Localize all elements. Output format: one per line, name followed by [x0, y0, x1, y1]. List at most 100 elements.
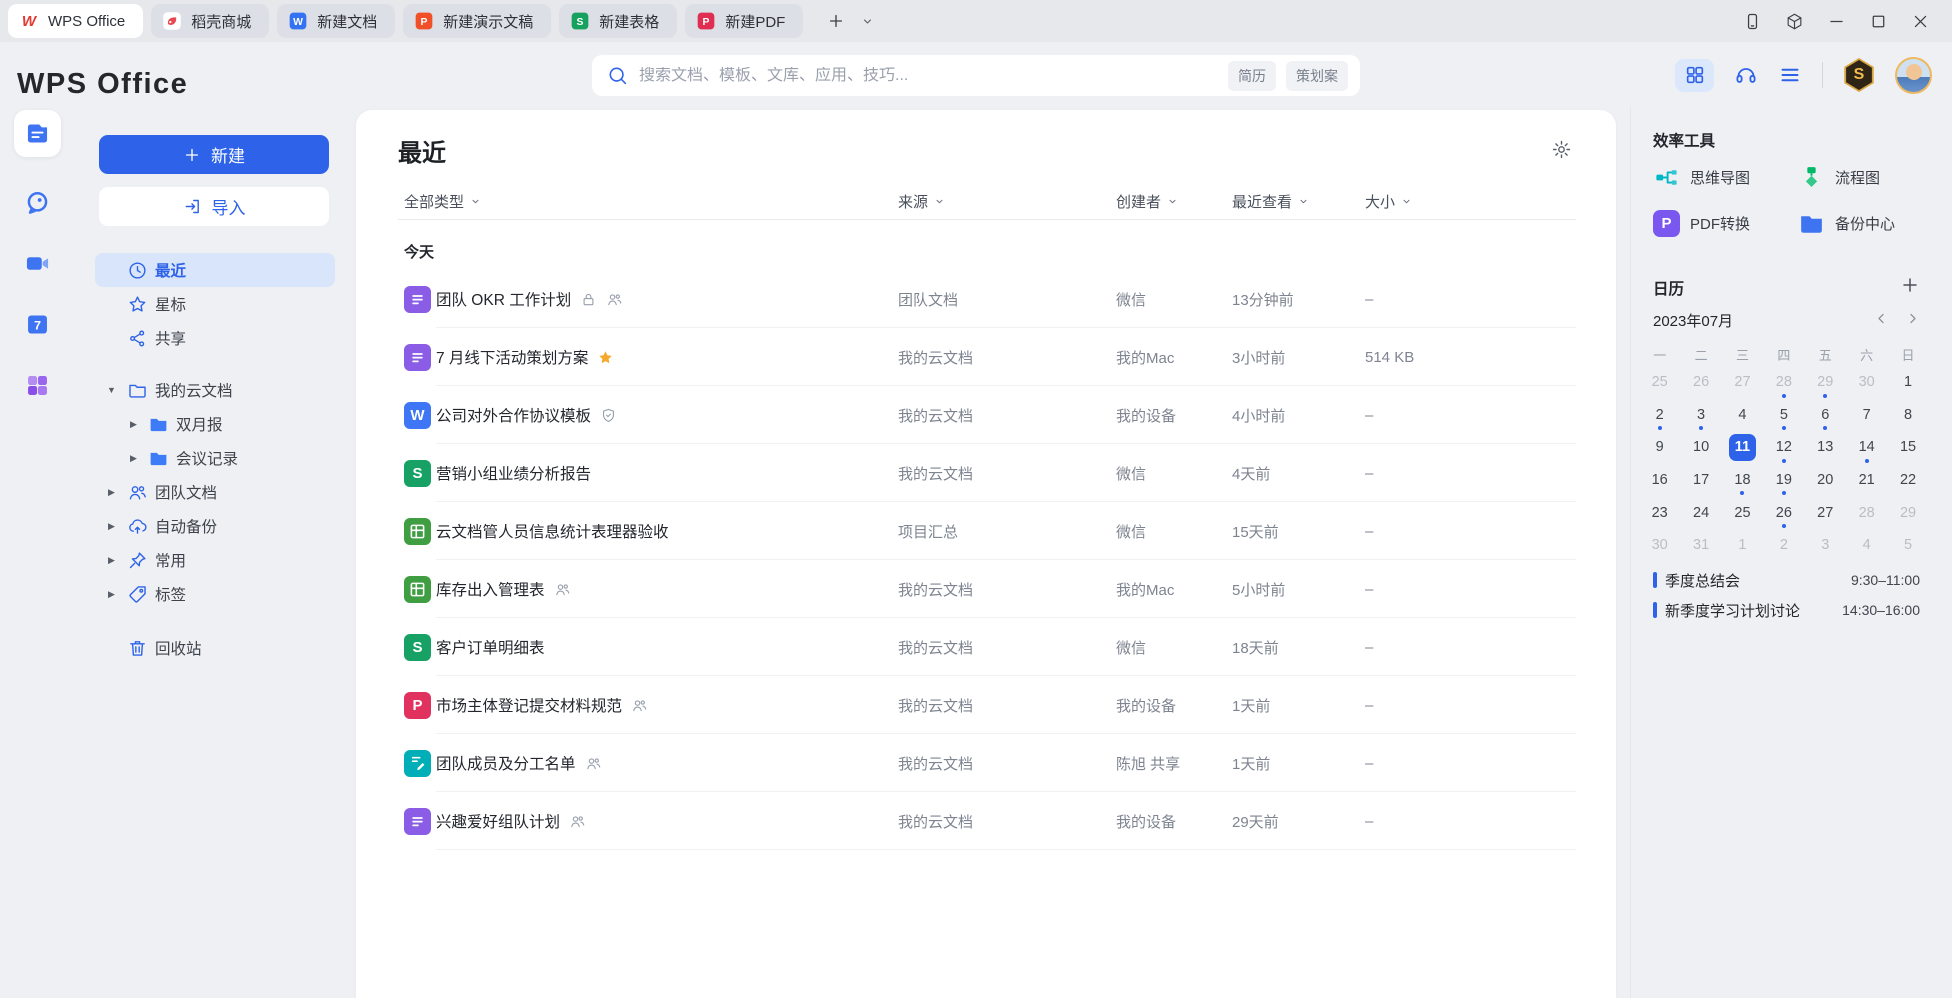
calendar-day[interactable]: 21 — [1846, 464, 1887, 497]
rail-chat-button[interactable] — [24, 189, 51, 216]
calendar-prev-icon[interactable] — [1874, 311, 1889, 326]
calendar-event[interactable]: 季度总结会9:30–11:00 — [1653, 565, 1920, 595]
tab-新建PDF[interactable]: P新建PDF — [685, 4, 803, 38]
file-row[interactable]: 7 月线下活动策划方案我的云文档我的Mac3小时前514 KB — [356, 328, 1616, 386]
calendar-day[interactable]: 27 — [1805, 496, 1846, 529]
tool-PDF转换[interactable]: PPDF转换 — [1653, 210, 1798, 237]
import-button[interactable]: 导入 — [99, 187, 329, 226]
menu-button[interactable] — [1778, 63, 1802, 87]
chevron-right-icon[interactable]: ▶ — [105, 589, 118, 600]
calendar-event[interactable]: 新季度学习计划讨论14:30–16:00 — [1653, 595, 1920, 625]
calendar-day[interactable]: 3 — [1805, 529, 1846, 562]
file-row[interactable]: 云文档管人员信息统计表理器验收项目汇总微信15天前– — [356, 502, 1616, 560]
maximize-icon[interactable] — [1869, 12, 1888, 31]
mobile-view-icon[interactable] — [1743, 12, 1762, 31]
tool-思维导图[interactable]: 思维导图 — [1653, 164, 1798, 191]
rail-documents-button[interactable] — [14, 110, 61, 157]
calendar-day[interactable]: 10 — [1680, 431, 1721, 464]
filter-最近查看[interactable]: 最近查看 — [1232, 191, 1309, 212]
calendar-day[interactable]: 27 — [1722, 366, 1763, 399]
calendar-day[interactable]: 4 — [1846, 529, 1887, 562]
sidebar-item-星标[interactable]: 星标 — [75, 287, 356, 321]
filter-创建者[interactable]: 创建者 — [1116, 191, 1178, 212]
calendar-day[interactable]: 19 — [1763, 464, 1804, 497]
calendar-day[interactable]: 31 — [1680, 529, 1721, 562]
sidebar-item-双月报[interactable]: ▶双月报 — [75, 407, 356, 441]
calendar-day[interactable]: 17 — [1680, 464, 1721, 497]
calendar-day[interactable]: 4 — [1722, 399, 1763, 432]
calendar-day[interactable]: 8 — [1887, 399, 1928, 432]
calendar-day[interactable]: 20 — [1805, 464, 1846, 497]
chevron-right-icon[interactable]: ▶ — [105, 521, 118, 532]
settings-gear-icon[interactable] — [1551, 139, 1572, 160]
support-headset-button[interactable] — [1734, 63, 1758, 87]
chevron-right-icon[interactable]: ▶ — [105, 487, 118, 498]
sidebar-item-我的云文档[interactable]: ▼我的云文档 — [75, 373, 356, 407]
calendar-day[interactable]: 11 — [1722, 431, 1763, 464]
calendar-day[interactable]: 28 — [1763, 366, 1804, 399]
file-row[interactable]: P市场主体登记提交材料规范我的云文档我的设备1天前– — [356, 676, 1616, 734]
file-row[interactable]: 团队 OKR 工作计划团队文档微信13分钟前– — [356, 270, 1616, 328]
calendar-day[interactable]: 29 — [1805, 366, 1846, 399]
sidebar-item-常用[interactable]: ▶常用 — [75, 543, 356, 577]
workspace-icon[interactable] — [1785, 12, 1804, 31]
calendar-day[interactable]: 23 — [1639, 496, 1680, 529]
chevron-right-icon[interactable]: ▶ — [105, 555, 118, 566]
calendar-day[interactable]: 7 — [1846, 399, 1887, 432]
search-tag[interactable]: 简历 — [1228, 61, 1276, 91]
calendar-day[interactable]: 5 — [1763, 399, 1804, 432]
calendar-day[interactable]: 25 — [1639, 366, 1680, 399]
calendar-day[interactable]: 12 — [1763, 431, 1804, 464]
calendar-day[interactable]: 6 — [1805, 399, 1846, 432]
file-row[interactable]: 团队成员及分工名单我的云文档陈旭 共享1天前– — [356, 734, 1616, 792]
sidebar-item-共享[interactable]: 共享 — [75, 321, 356, 355]
calendar-day[interactable]: 14 — [1846, 431, 1887, 464]
sidebar-item-团队文档[interactable]: ▶团队文档 — [75, 475, 356, 509]
filter-全部类型[interactable]: 全部类型 — [404, 191, 481, 212]
search-tag[interactable]: 策划案 — [1286, 61, 1348, 91]
calendar-day[interactable]: 1 — [1722, 529, 1763, 562]
file-row[interactable]: S营销小组业绩分析报告我的云文档微信4天前– — [356, 444, 1616, 502]
sidebar-item-自动备份[interactable]: ▶自动备份 — [75, 509, 356, 543]
calendar-day[interactable]: 30 — [1846, 366, 1887, 399]
calendar-day[interactable]: 15 — [1887, 431, 1928, 464]
rail-calendar-button[interactable]: 7 — [24, 311, 51, 338]
file-row[interactable]: 兴趣爱好组队计划我的云文档我的设备29天前– — [356, 792, 1616, 850]
calendar-day[interactable]: 1 — [1887, 366, 1928, 399]
tab-WPS Office[interactable]: WWPS Office — [8, 4, 143, 38]
calendar-day[interactable]: 13 — [1805, 431, 1846, 464]
rail-meeting-button[interactable] — [24, 250, 51, 277]
tab-list-chevron-icon[interactable] — [861, 15, 874, 28]
calendar-day[interactable]: 3 — [1680, 399, 1721, 432]
chevron-right-icon[interactable]: ▶ — [127, 453, 140, 464]
user-avatar[interactable] — [1895, 57, 1932, 94]
calendar-add-icon[interactable] — [1900, 275, 1920, 295]
apps-grid-button[interactable] — [1675, 59, 1714, 92]
calendar-day[interactable]: 5 — [1887, 529, 1928, 562]
calendar-next-icon[interactable] — [1905, 311, 1920, 326]
file-row[interactable]: W公司对外合作协议模板我的云文档我的设备4小时前– — [356, 386, 1616, 444]
sidebar-item-回收站[interactable]: 回收站 — [75, 631, 356, 665]
chevron-right-icon[interactable]: ▶ — [127, 419, 140, 430]
minimize-icon[interactable] — [1827, 12, 1846, 31]
sidebar-item-最近[interactable]: 最近 — [95, 253, 335, 287]
rail-apps-button[interactable] — [24, 372, 51, 399]
filter-来源[interactable]: 来源 — [898, 191, 945, 212]
tab-新建文档[interactable]: W新建文档 — [277, 4, 395, 38]
calendar-day[interactable]: 22 — [1887, 464, 1928, 497]
tab-稻壳商城[interactable]: 稻壳商城 — [151, 4, 269, 38]
new-document-button[interactable]: 新建 — [99, 135, 329, 174]
calendar-day[interactable]: 30 — [1639, 529, 1680, 562]
calendar-day[interactable]: 18 — [1722, 464, 1763, 497]
calendar-day[interactable]: 2 — [1639, 399, 1680, 432]
calendar-day[interactable]: 26 — [1763, 496, 1804, 529]
calendar-day[interactable]: 28 — [1846, 496, 1887, 529]
tool-流程图[interactable]: 流程图 — [1798, 164, 1924, 191]
calendar-day[interactable]: 26 — [1680, 366, 1721, 399]
vip-member-badge[interactable]: S — [1843, 58, 1875, 92]
tool-备份中心[interactable]: 备份中心 — [1798, 210, 1924, 237]
calendar-day[interactable]: 2 — [1763, 529, 1804, 562]
search-input[interactable] — [639, 67, 1228, 85]
calendar-day[interactable]: 9 — [1639, 431, 1680, 464]
calendar-day[interactable]: 25 — [1722, 496, 1763, 529]
